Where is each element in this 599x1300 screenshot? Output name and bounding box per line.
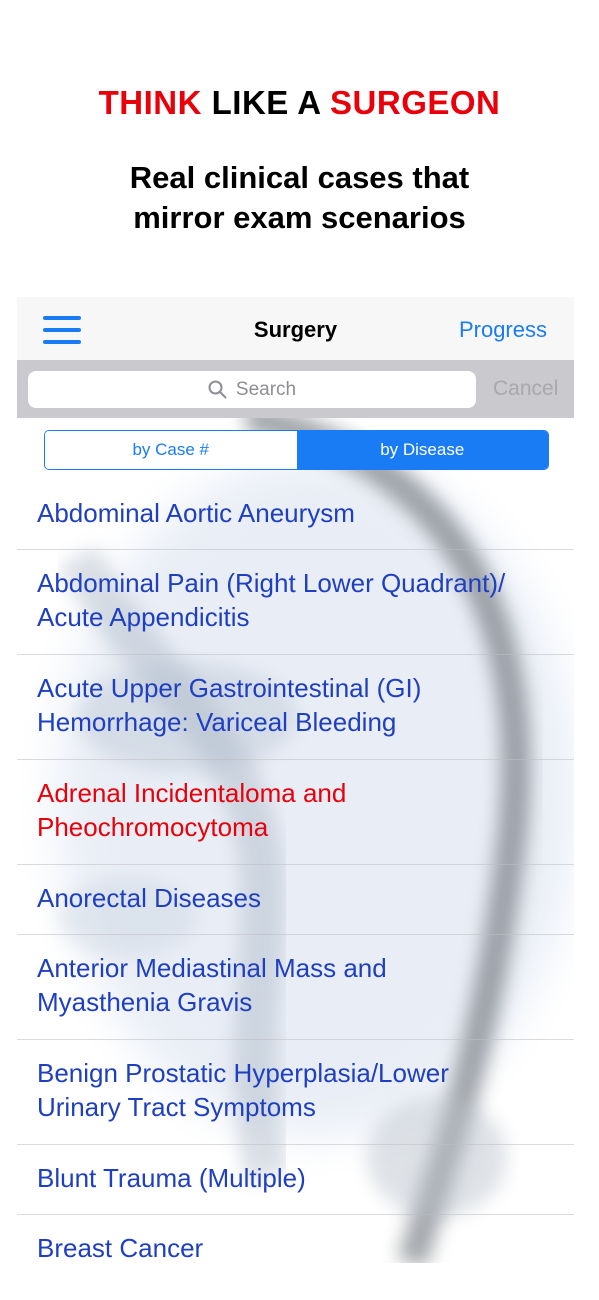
case-title-line-1: Blunt Trauma (Multiple)	[37, 1163, 306, 1193]
headline-surgeon: SURGEON	[330, 84, 501, 121]
cancel-button[interactable]: Cancel	[493, 377, 558, 401]
list-item-highlighted[interactable]: Adrenal Incidentaloma and Pheochromocyto…	[17, 760, 574, 865]
case-title-line-1: Breast Cancer	[37, 1233, 204, 1263]
promo-headline: THINK LIKE A SURGEON	[0, 84, 599, 122]
search-placeholder: Search	[235, 378, 297, 400]
case-title-line-1: Acute Upper Gastrointestinal (GI)	[37, 673, 422, 703]
case-title-line-2: Acute Appendicitis	[37, 602, 250, 632]
search-bar: Search Cancel	[17, 360, 574, 418]
case-title-line-1: Anorectal Diseases	[37, 883, 261, 913]
segment-by-case-number[interactable]: by Case #	[45, 431, 297, 469]
navigation-bar: Surgery Progress	[17, 297, 574, 361]
headline-think: THINK	[98, 84, 202, 121]
case-title-line-1: Abdominal Pain (Right Lower Quadrant)/	[37, 568, 506, 598]
case-list: Abdominal Aortic Aneurysm Abdominal Pain…	[17, 480, 574, 1263]
sort-segmented-control: by Case # by Disease	[44, 430, 549, 470]
list-item[interactable]: Benign Prostatic Hyperplasia/Lower Urina…	[17, 1040, 574, 1145]
headline-like-a: LIKE A	[201, 84, 331, 121]
case-title-line-1: Abdominal Aortic Aneurysm	[37, 498, 355, 528]
list-item[interactable]: Blunt Trauma (Multiple)	[17, 1145, 574, 1215]
case-title-line-1: Benign Prostatic Hyperplasia/Lower	[37, 1058, 449, 1088]
app-screen: Surgery Progress Search Cancel by Case #…	[17, 297, 574, 1263]
progress-button[interactable]: Progress	[459, 317, 547, 343]
list-item[interactable]: Abdominal Pain (Right Lower Quadrant)/ A…	[17, 550, 574, 655]
case-title-line-2: Urinary Tract Symptoms	[37, 1092, 316, 1122]
case-title-line-2: Pheochromocytoma	[37, 812, 269, 842]
subtitle-line-2: mirror exam scenarios	[133, 200, 466, 235]
segment-by-disease[interactable]: by Disease	[296, 431, 548, 469]
case-title-line-1: Anterior Mediastinal Mass and	[37, 953, 387, 983]
case-title-line-2: Hemorrhage: Variceal Bleeding	[37, 707, 397, 737]
subtitle-line-1: Real clinical cases that	[129, 160, 470, 195]
list-item[interactable]: Abdominal Aortic Aneurysm	[17, 480, 574, 550]
list-item[interactable]: Anorectal Diseases	[17, 865, 574, 935]
list-item[interactable]: Breast Cancer	[17, 1215, 574, 1263]
list-item[interactable]: Acute Upper Gastrointestinal (GI) Hemorr…	[17, 655, 574, 760]
case-title-line-2: Myasthenia Gravis	[37, 987, 253, 1017]
search-input[interactable]: Search	[28, 371, 476, 408]
list-item[interactable]: Anterior Mediastinal Mass and Myasthenia…	[17, 935, 574, 1040]
promo-subtitle: Real clinical cases that mirror exam sce…	[0, 158, 599, 238]
search-icon	[208, 380, 227, 399]
case-title-line-1: Adrenal Incidentaloma and	[37, 778, 347, 808]
